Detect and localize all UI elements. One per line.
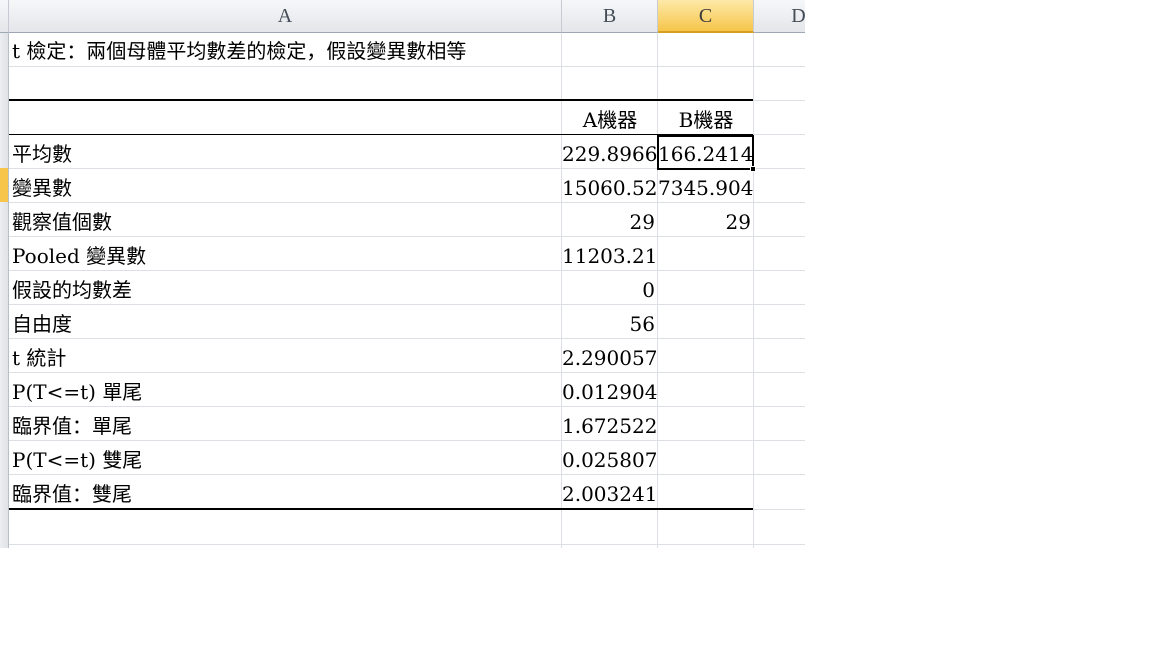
cell-value-b[interactable]: 29 <box>562 203 658 237</box>
cell-value-b[interactable]: 2.290057 <box>562 339 658 373</box>
cell-value-b[interactable]: 56 <box>562 305 658 339</box>
cell-value-b[interactable]: 11203.21 <box>562 237 658 271</box>
column-header-a[interactable]: A <box>9 0 562 33</box>
gridline <box>753 509 805 510</box>
row-label[interactable]: 臨界值：雙尾 <box>9 475 562 509</box>
selected-row-marker <box>0 168 8 202</box>
spreadsheet-grid: A B C D t 檢定：兩個母體平均數差的檢定，假設變異數相等 A機器 B機器… <box>0 0 805 548</box>
row-label[interactable]: 自由度 <box>9 305 562 339</box>
row-label[interactable]: 平均數 <box>9 135 562 169</box>
row-label[interactable]: 假設的均數差 <box>9 271 562 305</box>
select-all-corner[interactable] <box>0 0 9 33</box>
cell-b3-header[interactable]: A機器 <box>562 101 658 135</box>
gridline <box>753 100 805 101</box>
row-label[interactable]: Pooled 變異數 <box>9 237 562 271</box>
row-label[interactable]: 變異數 <box>9 169 562 203</box>
row-label[interactable]: t 統計 <box>9 339 562 373</box>
column-header-c[interactable]: C <box>658 0 754 33</box>
cell-value-b[interactable]: 1.672522 <box>562 407 658 441</box>
row-label[interactable]: P(T<=t) 單尾 <box>9 373 562 407</box>
cell-value-b[interactable]: 0.012904 <box>562 373 658 407</box>
column-header-b[interactable]: B <box>562 0 658 33</box>
column-header-d[interactable]: D <box>754 0 805 33</box>
cell-c3-header[interactable]: B機器 <box>658 101 754 135</box>
gridline <box>753 134 805 135</box>
cell-value-b[interactable]: 15060.52 <box>562 169 658 203</box>
row-label[interactable]: P(T<=t) 雙尾 <box>9 441 562 475</box>
row-header-strip[interactable] <box>0 33 9 548</box>
cell-value-b[interactable]: 2.003241 <box>562 475 658 509</box>
gridline <box>9 544 805 545</box>
row-label[interactable]: 觀察值個數 <box>9 203 562 237</box>
cell-value-c[interactable]: 29 <box>658 203 754 237</box>
gridline <box>9 66 805 67</box>
active-cell-selection[interactable] <box>657 135 754 170</box>
fill-handle[interactable] <box>750 166 756 172</box>
cell-value-b[interactable]: 0 <box>562 271 658 305</box>
row-label[interactable]: 臨界值：單尾 <box>9 407 562 441</box>
cell-value-b[interactable]: 0.025807 <box>562 441 658 475</box>
cell-value-b[interactable]: 229.8966 <box>562 135 658 169</box>
cell-a1-title[interactable]: t 檢定：兩個母體平均數差的檢定，假設變異數相等 <box>9 32 569 66</box>
cell-value-c[interactable]: 7345.904 <box>658 169 754 203</box>
